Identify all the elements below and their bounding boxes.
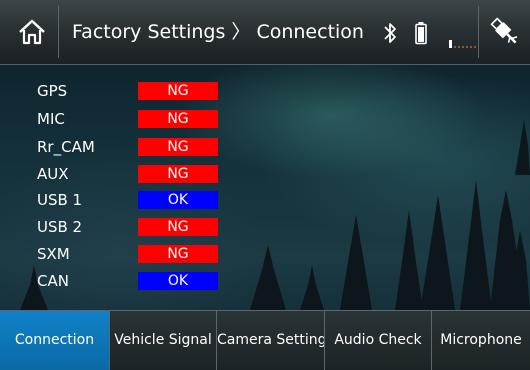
status-label: USB 2 <box>37 218 83 236</box>
header-bar: Factory Settings 〉 Connection <box>0 0 530 65</box>
status-row-sxm: SXM NG <box>0 245 300 263</box>
status-badge: NG <box>138 138 218 156</box>
tab-microphone[interactable]: Microphone <box>432 311 530 370</box>
status-label: SXM <box>37 245 70 263</box>
signal-strength-icon <box>449 40 477 48</box>
status-badge: NG <box>138 218 218 236</box>
status-row-gps: GPS NG <box>0 82 300 100</box>
usb-icon <box>490 17 518 44</box>
bottom-tab-bar: Connection Vehicle Signal Camera Setting… <box>0 310 530 370</box>
tab-audio-check[interactable]: Audio Check <box>325 311 432 370</box>
status-row-usb-1: USB 1 OK <box>0 191 300 209</box>
status-row-can: CAN OK <box>0 272 300 290</box>
status-badge: NG <box>138 110 218 128</box>
battery-icon <box>415 22 427 45</box>
status-label: AUX <box>37 165 69 183</box>
status-row-mic: MIC NG <box>0 110 300 128</box>
status-label: Rr_CAM <box>37 138 95 156</box>
tab-vehicle-signal[interactable]: Vehicle Signal <box>110 311 217 370</box>
status-badge: NG <box>138 82 218 100</box>
status-label: USB 1 <box>37 191 83 209</box>
home-button[interactable] <box>6 6 59 58</box>
page-title: Factory Settings 〉 Connection <box>72 21 364 43</box>
status-badge: NG <box>138 245 218 263</box>
factory-settings-screen: Factory Settings 〉 Connection GPS NG MIC… <box>0 0 530 370</box>
bluetooth-icon <box>384 23 396 43</box>
status-label: MIC <box>37 110 65 128</box>
status-badge: OK <box>138 191 218 209</box>
status-badge: NG <box>138 165 218 183</box>
usb-button[interactable] <box>478 6 530 58</box>
status-row-rr-cam: Rr_CAM NG <box>0 138 300 156</box>
status-label: CAN <box>37 272 69 290</box>
tab-camera-setting[interactable]: Camera Setting <box>217 311 325 370</box>
tab-connection[interactable]: Connection <box>0 311 110 370</box>
status-row-aux: AUX NG <box>0 165 300 183</box>
home-icon <box>19 19 45 45</box>
status-row-usb-2: USB 2 NG <box>0 218 300 236</box>
status-label: GPS <box>37 82 68 100</box>
status-badge: OK <box>138 272 218 290</box>
